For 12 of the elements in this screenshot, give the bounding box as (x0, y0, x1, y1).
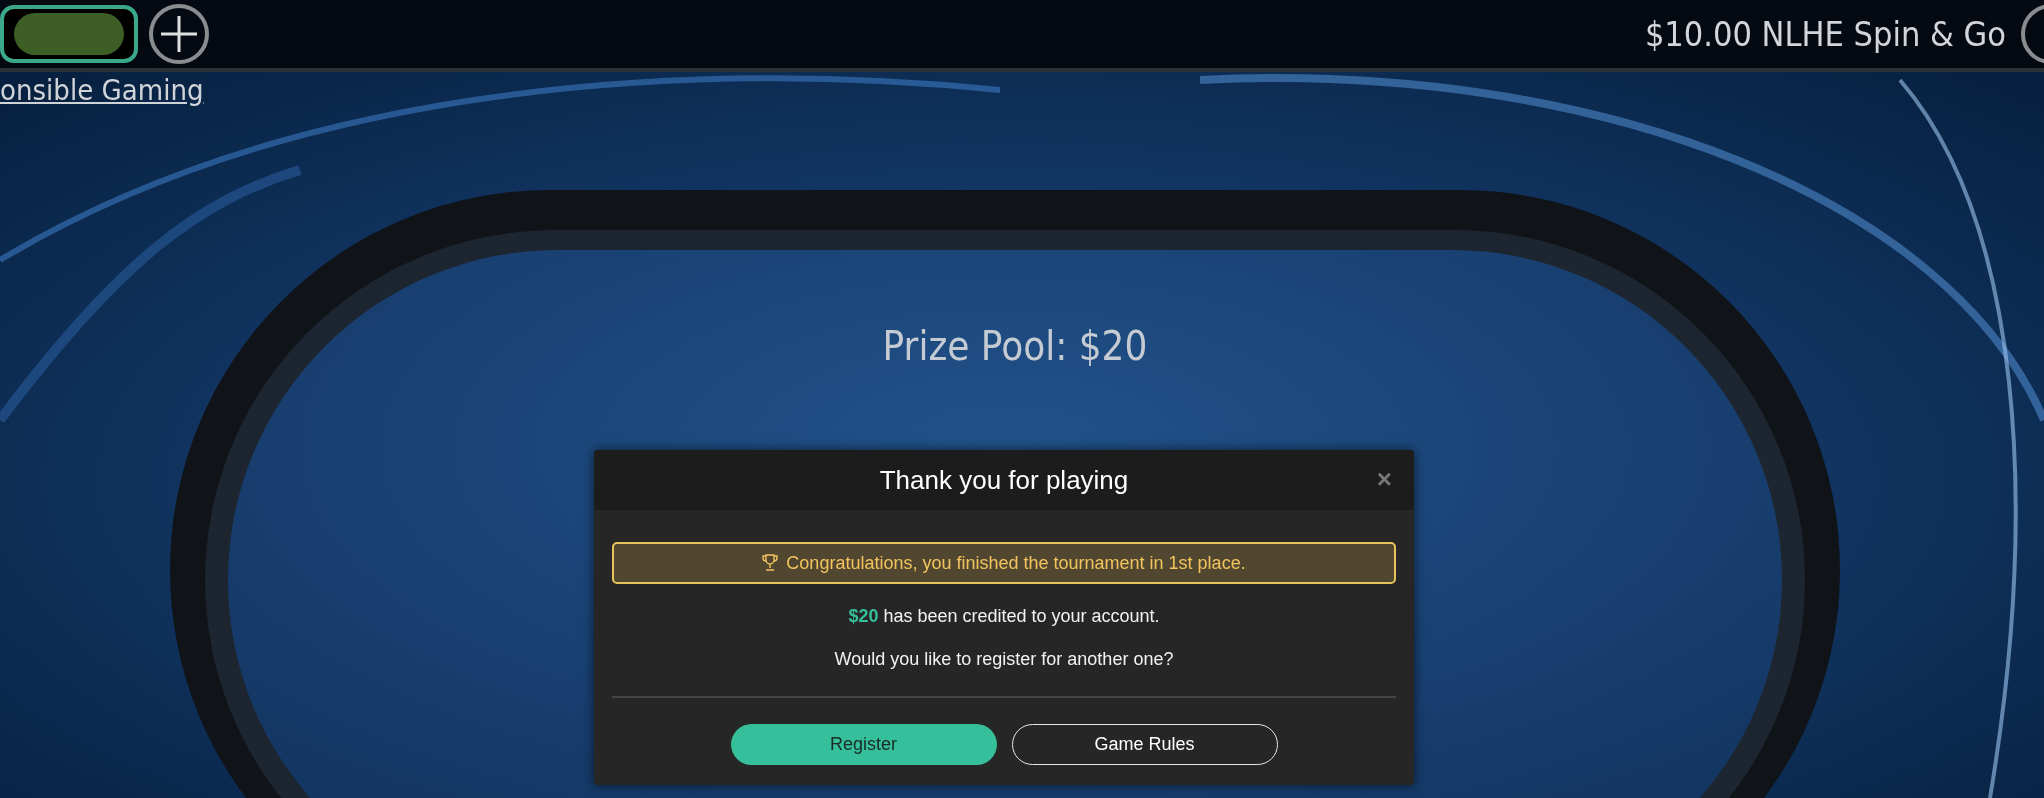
table-title: $10.00 NLHE Spin & Go (1644, 14, 2006, 54)
responsible-gaming-link[interactable]: onsible Gaming (0, 73, 204, 107)
register-question: Would you like to register for another one? (834, 649, 1174, 670)
dialog-title: Thank you for playing (879, 464, 1129, 496)
trophy-icon (762, 554, 779, 572)
add-icon[interactable] (148, 3, 210, 65)
register-button[interactable]: Register (730, 724, 997, 765)
prize-pool-label: Prize Pool: $20 (882, 322, 1148, 370)
close-button[interactable]: × (1372, 464, 1396, 495)
table-tab[interactable] (0, 5, 138, 63)
credited-message: $20 has been credited to your account. (848, 606, 1160, 627)
congratulations-text: Congratulations, you finished the tournament in 1st place. (786, 552, 1246, 574)
